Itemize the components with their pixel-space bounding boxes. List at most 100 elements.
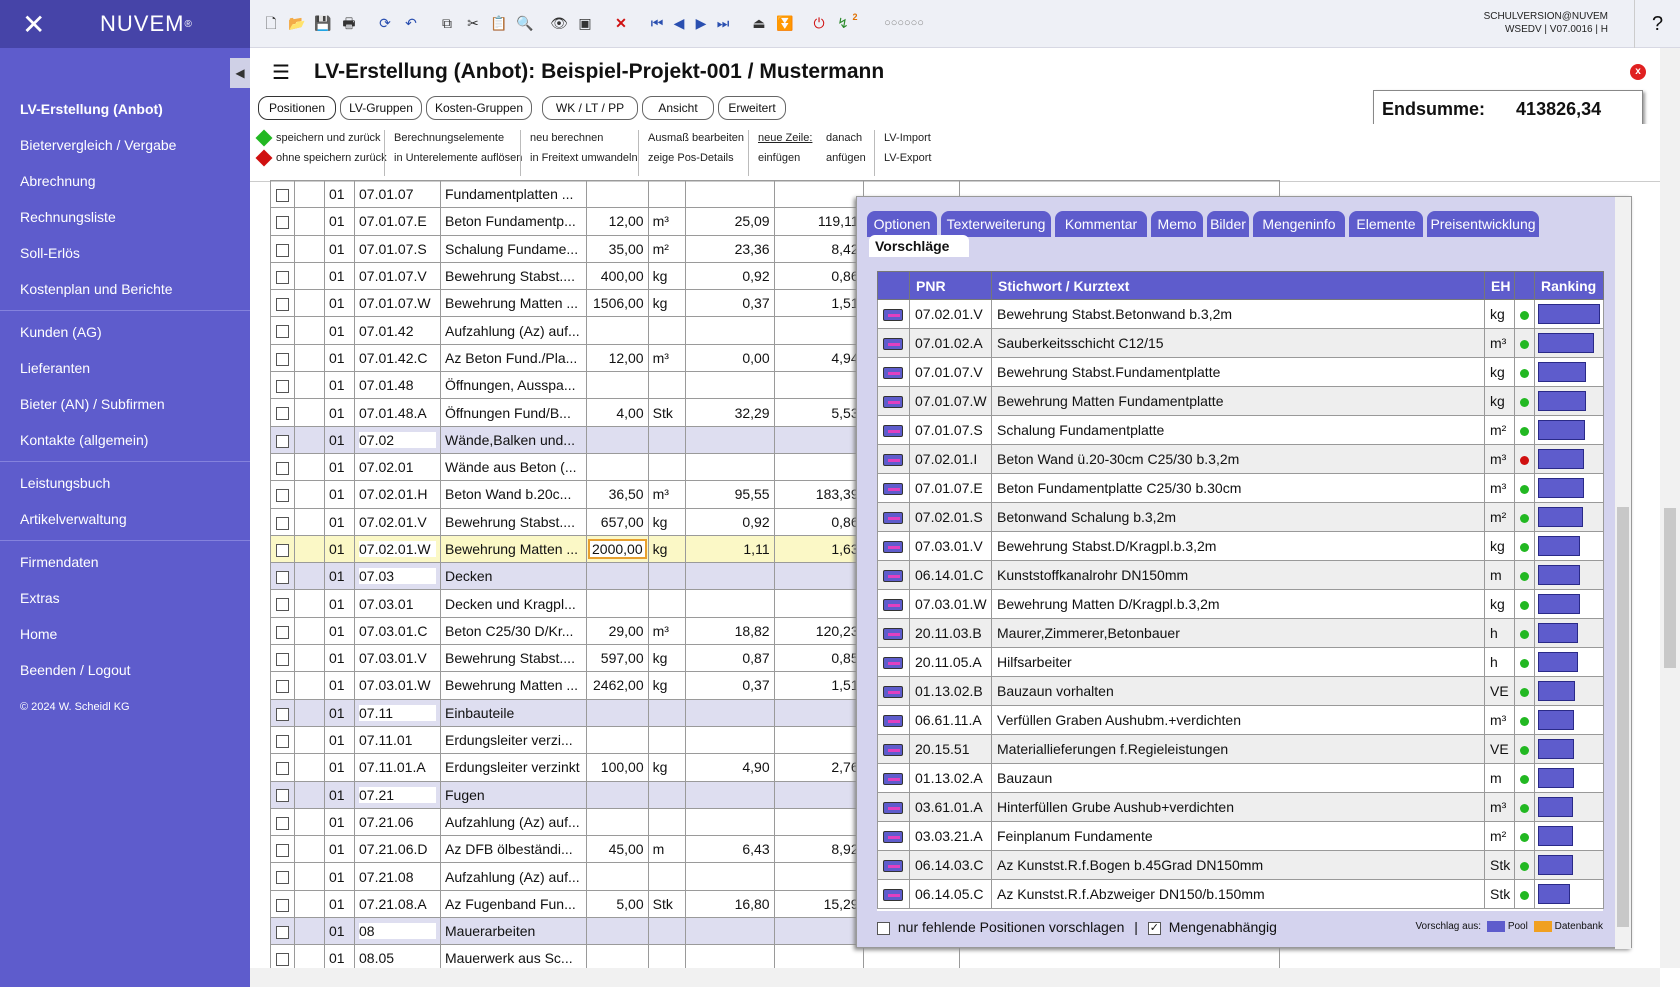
text-cell[interactable]: Einbauteile bbox=[440, 698, 587, 727]
take-over-icon[interactable] bbox=[883, 802, 903, 815]
take-over-cell[interactable] bbox=[877, 676, 910, 706]
take-over-cell[interactable] bbox=[877, 299, 910, 329]
append-row-button[interactable]: anfügen bbox=[826, 152, 866, 164]
text-cell[interactable]: Öffnungen Fund/B... bbox=[440, 398, 587, 427]
take-over-icon[interactable] bbox=[883, 338, 903, 351]
qty-cell[interactable] bbox=[586, 452, 649, 482]
vertical-scrollbar[interactable] bbox=[1660, 48, 1680, 968]
pnr-cell[interactable]: 07.11.01.A bbox=[354, 753, 441, 782]
take-over-icon[interactable] bbox=[883, 686, 903, 699]
copy-icon[interactable]: ⧉ bbox=[438, 14, 456, 32]
total-price-cell[interactable] bbox=[773, 371, 864, 400]
row-checkbox[interactable] bbox=[270, 807, 295, 837]
take-over-icon[interactable] bbox=[883, 425, 903, 438]
take-over-cell[interactable] bbox=[877, 821, 910, 851]
move-down-icon[interactable]: ⏬ bbox=[776, 14, 794, 32]
total-price-cell[interactable] bbox=[773, 698, 864, 727]
unit-cell[interactable] bbox=[647, 589, 686, 618]
text-cell[interactable]: Aufzahlung (Az) auf... bbox=[440, 862, 587, 891]
sidebar-item[interactable]: Extras bbox=[0, 580, 250, 616]
row-checkbox[interactable] bbox=[270, 371, 295, 400]
suggestion-row[interactable]: 07.03.01.W Bewehrung Matten D/Kragpl.b.3,… bbox=[877, 589, 1604, 619]
unit-price-cell[interactable]: 0,37 bbox=[684, 289, 775, 318]
paste-icon[interactable]: 📋 bbox=[490, 14, 508, 32]
row-checkbox[interactable] bbox=[270, 889, 295, 919]
new-doc-icon[interactable]: 🗋 bbox=[262, 14, 280, 32]
take-over-icon[interactable] bbox=[883, 715, 903, 728]
save-back-button[interactable]: speichern und zurück bbox=[255, 129, 381, 147]
total-price-cell[interactable]: 1,51 bbox=[773, 671, 864, 700]
total-price-cell[interactable]: 0,85 bbox=[773, 644, 864, 673]
take-over-icon[interactable] bbox=[883, 483, 903, 496]
text-cell[interactable]: Az DFB ölbeständi... bbox=[440, 835, 587, 864]
qty-dependent-checkbox[interactable]: ✓ bbox=[1147, 921, 1161, 935]
pnr-cell[interactable]: 07.01.42.C bbox=[354, 343, 441, 373]
tab-4[interactable]: Ansicht bbox=[642, 96, 714, 120]
sidebar-item[interactable]: Firmendaten bbox=[0, 544, 250, 580]
sidebar-item[interactable]: Lieferanten bbox=[0, 350, 250, 386]
text-cell[interactable]: Bewehrung Stabst.... bbox=[440, 644, 587, 673]
unit-price-cell[interactable] bbox=[684, 807, 775, 837]
refresh-icon[interactable]: ⟳ bbox=[376, 14, 394, 32]
unit-price-cell[interactable] bbox=[684, 180, 775, 209]
row-checkbox[interactable] bbox=[270, 180, 295, 209]
power-icon[interactable]: ⏻ bbox=[810, 14, 828, 32]
panel-scrollbar[interactable] bbox=[1615, 197, 1631, 949]
pnr-cell[interactable]: 07.01.07.E bbox=[354, 207, 441, 236]
suggestion-row[interactable]: 07.01.07.S Schalung Fundamentplatte m² bbox=[877, 415, 1604, 445]
text-cell[interactable]: Bewehrung Matten ... bbox=[440, 289, 587, 318]
row-checkbox[interactable] bbox=[270, 917, 295, 946]
text-cell[interactable]: Beton Wand b.20c... bbox=[440, 480, 587, 509]
qty-cell[interactable]: 100,00 bbox=[586, 753, 649, 782]
take-over-icon[interactable] bbox=[883, 599, 903, 612]
qty-cell[interactable] bbox=[586, 862, 649, 891]
logo[interactable]: ✕ NUVEM ® bbox=[0, 0, 250, 48]
unit-cell[interactable] bbox=[647, 562, 686, 591]
unit-cell[interactable]: kg bbox=[647, 644, 686, 673]
unit-price-cell[interactable]: 0,92 bbox=[684, 261, 775, 291]
total-price-cell[interactable] bbox=[773, 589, 864, 618]
unit-price-cell[interactable]: 95,55 bbox=[684, 480, 775, 509]
unit-price-cell[interactable]: 32,29 bbox=[684, 398, 775, 427]
unit-price-cell[interactable] bbox=[684, 917, 775, 946]
unit-price-cell[interactable]: 1,11 bbox=[684, 534, 775, 564]
sidebar-item[interactable]: Kunden (AG) bbox=[0, 314, 250, 350]
text-cell[interactable]: Fundamentplatten ... bbox=[440, 180, 587, 209]
unit-price-cell[interactable]: 16,80 bbox=[684, 889, 775, 919]
unit-price-cell[interactable]: 0,00 bbox=[684, 343, 775, 373]
suggestion-row[interactable]: 06.14.03.C Az Kunstst.R.f.Bogen b.45Grad … bbox=[877, 850, 1604, 880]
text-cell[interactable]: Az Beton Fund./Pla... bbox=[440, 343, 587, 373]
take-over-icon[interactable] bbox=[883, 860, 903, 873]
qty-cell[interactable]: 29,00 bbox=[586, 616, 649, 646]
unit-cell[interactable] bbox=[647, 180, 686, 209]
row-checkbox[interactable] bbox=[270, 644, 295, 673]
save-icon[interactable]: 💾 bbox=[314, 14, 332, 32]
unit-price-cell[interactable]: 0,92 bbox=[684, 507, 775, 536]
take-over-cell[interactable] bbox=[877, 792, 910, 822]
pnr-cell[interactable]: 07.03 bbox=[354, 562, 441, 591]
total-price-cell[interactable]: 0,86 bbox=[773, 507, 864, 536]
pnr-cell[interactable]: 07.01.48.A bbox=[354, 398, 441, 427]
total-price-cell[interactable]: 5,53 bbox=[773, 398, 864, 427]
take-over-cell[interactable] bbox=[877, 386, 910, 416]
text-cell[interactable]: Schalung Fundame... bbox=[440, 234, 587, 263]
last-record-icon[interactable]: ⏭ bbox=[714, 14, 732, 32]
total-price-cell[interactable]: 183,39 bbox=[773, 480, 864, 509]
total-price-cell[interactable]: 120,23 bbox=[773, 616, 864, 646]
missing-only-checkbox[interactable] bbox=[877, 921, 890, 935]
unit-price-cell[interactable] bbox=[684, 944, 775, 968]
row-checkbox[interactable] bbox=[270, 616, 295, 646]
total-price-cell[interactable] bbox=[773, 780, 864, 809]
unit-cell[interactable]: kg bbox=[647, 671, 686, 700]
take-over-cell[interactable] bbox=[877, 618, 910, 648]
pnr-cell[interactable]: 07.02.01.V bbox=[354, 507, 441, 536]
text-cell[interactable]: Mauerwerk aus Sc... bbox=[440, 944, 587, 968]
move-up-icon[interactable]: ⏏ bbox=[750, 14, 768, 32]
row-checkbox[interactable] bbox=[270, 589, 295, 618]
row-checkbox[interactable] bbox=[270, 425, 295, 454]
pnr-cell[interactable]: 07.03.01 bbox=[354, 589, 441, 618]
row-checkbox[interactable] bbox=[270, 207, 295, 236]
unit-cell[interactable] bbox=[647, 944, 686, 968]
qty-cell[interactable] bbox=[586, 589, 649, 618]
qty-cell[interactable]: 12,00 bbox=[586, 343, 649, 373]
